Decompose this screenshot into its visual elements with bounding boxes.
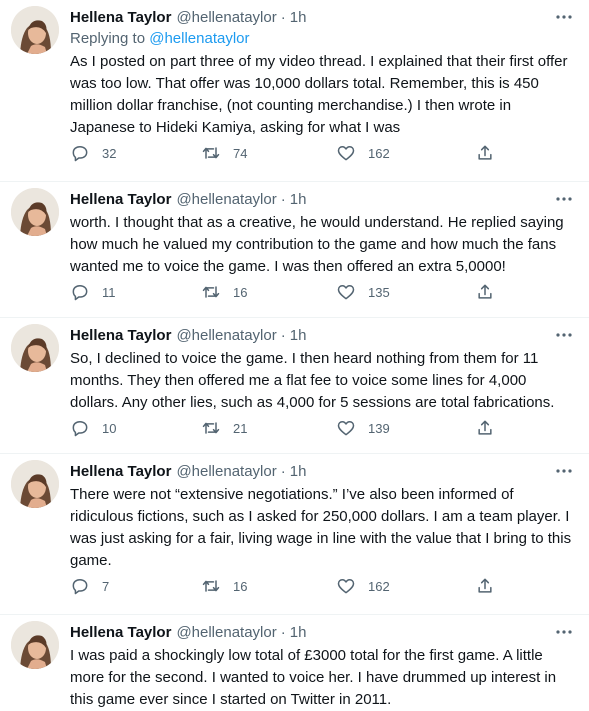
tweet-actions: 11 16 135 — [70, 281, 500, 303]
author-handle[interactable]: @hellenataylor — [176, 9, 276, 26]
separator-dot: · — [280, 462, 286, 480]
retweet-icon — [202, 147, 220, 159]
like-button[interactable]: 135 — [336, 282, 390, 302]
like-count: 162 — [368, 578, 390, 594]
more-horizontal-icon[interactable] — [553, 621, 575, 643]
retweet-button[interactable]: 74 — [201, 143, 247, 163]
separator-dot: · — [280, 326, 286, 344]
heart-icon — [337, 146, 355, 161]
tweet[interactable]: Hellena Taylor @hellenataylor · 1h worth… — [0, 182, 589, 318]
tweet[interactable]: Hellena Taylor @hellenataylor · 1h There… — [0, 454, 589, 615]
retweet-icon — [202, 580, 220, 592]
retweet-count: 16 — [233, 284, 248, 300]
author-name[interactable]: Hellena Taylor — [70, 624, 171, 641]
timestamp[interactable]: 1h — [290, 624, 307, 641]
retweet-icon — [202, 422, 220, 434]
retweet-count: 74 — [233, 145, 248, 161]
tweet-actions: 7 16 162 — [70, 575, 500, 597]
retweet-count: 16 — [233, 578, 248, 594]
author-handle[interactable]: @hellenataylor — [176, 624, 276, 641]
heart-icon — [337, 579, 355, 594]
share-button[interactable] — [475, 576, 507, 596]
share-button[interactable] — [475, 418, 507, 438]
like-count: 139 — [368, 420, 390, 436]
avatar[interactable] — [11, 324, 59, 372]
tweet-actions: 10 21 139 — [70, 417, 500, 439]
more-horizontal-icon[interactable] — [553, 324, 575, 346]
reply-icon — [72, 579, 88, 595]
more-horizontal-icon[interactable] — [553, 460, 575, 482]
reply-button[interactable]: 7 — [70, 576, 109, 596]
replying-to: Replying to @hellenataylor — [70, 29, 575, 49]
retweet-button[interactable]: 16 — [201, 576, 247, 596]
timestamp[interactable]: 1h — [290, 9, 307, 26]
more-horizontal-icon[interactable] — [553, 188, 575, 210]
author-name[interactable]: Hellena Taylor — [70, 9, 171, 26]
tweet-text: worth. I thought that as a creative, he … — [70, 214, 564, 275]
tweet-text: As I posted on part three of my video th… — [70, 53, 568, 136]
tweet-text: So, I declined to voice the game. I then… — [70, 350, 555, 411]
timestamp[interactable]: 1h — [290, 191, 307, 208]
share-icon — [478, 578, 492, 593]
like-count: 162 — [368, 145, 390, 161]
like-button[interactable]: 162 — [336, 143, 390, 163]
tweet-text: There were not “extensive negotiations.”… — [70, 486, 572, 569]
share-icon — [478, 420, 492, 435]
heart-icon — [337, 421, 355, 436]
retweet-icon — [202, 286, 220, 298]
tweet[interactable]: Hellena Taylor @hellenataylor · 1h I was… — [0, 615, 589, 708]
reply-button[interactable]: 10 — [70, 418, 116, 438]
reply-count: 11 — [102, 284, 116, 300]
separator-dot: · — [280, 623, 286, 641]
reply-icon — [72, 421, 88, 437]
tweet-text: I was paid a shockingly low total of £30… — [70, 647, 557, 708]
reply-icon — [72, 285, 88, 301]
more-horizontal-icon[interactable] — [553, 6, 575, 28]
avatar[interactable] — [11, 460, 59, 508]
reply-count: 7 — [102, 578, 110, 594]
separator-dot: · — [280, 190, 286, 208]
reply-count: 10 — [102, 420, 117, 436]
avatar[interactable] — [11, 6, 59, 54]
share-button[interactable] — [475, 143, 507, 163]
share-icon — [478, 284, 492, 299]
author-handle[interactable]: @hellenataylor — [176, 463, 276, 480]
share-icon — [478, 145, 492, 160]
retweet-button[interactable]: 16 — [201, 282, 247, 302]
retweet-button[interactable]: 21 — [201, 418, 247, 438]
author-handle[interactable]: @hellenataylor — [176, 191, 276, 208]
tweet[interactable]: Hellena Taylor @hellenataylor · 1h Reply… — [0, 0, 589, 182]
like-button[interactable]: 162 — [336, 576, 390, 596]
share-button[interactable] — [475, 282, 507, 302]
avatar[interactable] — [11, 621, 59, 669]
tweet-actions: 32 74 162 — [70, 142, 500, 164]
timestamp[interactable]: 1h — [290, 463, 307, 480]
reply-count: 32 — [102, 145, 117, 161]
avatar[interactable] — [11, 188, 59, 236]
author-handle[interactable]: @hellenataylor — [176, 327, 276, 344]
like-count: 135 — [368, 284, 390, 300]
author-name[interactable]: Hellena Taylor — [70, 463, 171, 480]
heart-icon — [337, 285, 355, 300]
like-button[interactable]: 139 — [336, 418, 390, 438]
reply-button[interactable]: 11 — [70, 282, 116, 302]
separator-dot: · — [280, 8, 286, 26]
author-name[interactable]: Hellena Taylor — [70, 191, 171, 208]
replying-prefix: Replying to — [70, 30, 150, 47]
reply-icon — [72, 146, 88, 162]
retweet-count: 21 — [233, 420, 248, 436]
author-name[interactable]: Hellena Taylor — [70, 327, 171, 344]
mention-link[interactable]: @hellenataylor — [149, 30, 249, 47]
tweet[interactable]: Hellena Taylor @hellenataylor · 1h So, I… — [0, 318, 589, 454]
reply-button[interactable]: 32 — [70, 143, 116, 163]
timestamp[interactable]: 1h — [290, 327, 307, 344]
